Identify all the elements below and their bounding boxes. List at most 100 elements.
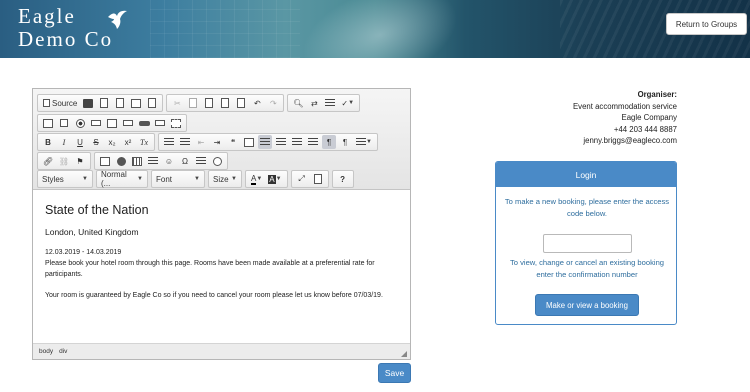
format-dropdown[interactable]: Normal (... ▼ <box>96 170 148 188</box>
spellcheck-button[interactable]: ✓ ▼ <box>339 96 356 110</box>
about-group: ? <box>331 170 354 188</box>
checkbox-button[interactable] <box>57 116 71 130</box>
event-paragraph-2: Your room is guaranteed by Eagle Co so i… <box>45 292 383 299</box>
forms-group <box>37 114 187 132</box>
make-or-view-booking-button[interactable]: Make or view a booking <box>535 294 639 316</box>
print-button[interactable] <box>129 96 143 110</box>
textarea-button[interactable] <box>105 116 119 130</box>
select-all-button[interactable] <box>323 96 337 110</box>
eagle-icon <box>108 10 127 29</box>
organiser-label: Organiser: <box>637 90 677 99</box>
numbered-list-button[interactable] <box>162 135 176 149</box>
horizontal-rule-button[interactable] <box>146 154 160 168</box>
undo-button[interactable]: ↶ <box>250 96 264 110</box>
underline-button[interactable]: U <box>73 135 87 149</box>
access-code-input[interactable] <box>543 234 632 253</box>
align-left-button[interactable] <box>258 135 272 149</box>
superscript-button[interactable]: x² <box>121 135 135 149</box>
align-right-button[interactable] <box>290 135 304 149</box>
path-body[interactable]: body <box>39 348 53 355</box>
size-dropdown[interactable]: Size ▼ <box>208 170 242 188</box>
undo-icon: ↶ <box>254 98 261 108</box>
align-center-button[interactable] <box>274 135 288 149</box>
select-button[interactable] <box>121 116 135 130</box>
hidden-field-icon <box>171 118 181 128</box>
special-char-button[interactable]: Ω <box>178 154 192 168</box>
form-button[interactable] <box>41 116 55 130</box>
editor-status-bar: body div <box>33 343 410 359</box>
cut-button[interactable]: ✂ <box>170 96 184 110</box>
bulleted-list-button[interactable] <box>178 135 192 149</box>
paste-text-icon <box>221 98 230 108</box>
replace-button[interactable]: ⇄ <box>307 96 321 110</box>
div-container-button[interactable] <box>242 135 256 149</box>
image-button[interactable] <box>98 154 112 168</box>
justify-button[interactable] <box>306 135 320 149</box>
blockquote-button[interactable]: ❝ <box>226 135 240 149</box>
link-button[interactable]: 🔗︎ <box>41 154 55 168</box>
ltr-icon: ¶ <box>326 137 332 147</box>
show-blocks-button[interactable] <box>311 172 325 186</box>
resize-handle-icon[interactable] <box>401 351 407 357</box>
italic-button[interactable]: I <box>57 135 71 149</box>
chevron-down-icon: ▼ <box>366 139 372 145</box>
bg-color-button[interactable]: A ▼ <box>266 172 283 186</box>
paste-text-button[interactable] <box>218 96 232 110</box>
flash-button[interactable] <box>114 154 128 168</box>
organiser-company: Eagle Company <box>621 113 677 122</box>
image-icon <box>100 156 110 166</box>
links-group: 🔗︎ ⛓ ⚑ <box>37 152 91 170</box>
outdent-button[interactable]: ⇤ <box>194 135 208 149</box>
find-button[interactable]: 🔍︎ <box>291 96 305 110</box>
return-to-groups-button[interactable]: Return to Groups <box>666 13 747 35</box>
save-button[interactable]: Save <box>378 363 411 383</box>
preview-icon <box>116 98 125 108</box>
horizontal-rule-icon <box>148 157 158 165</box>
textfield-button[interactable] <box>89 116 103 130</box>
logo-line-1: Eagle <box>18 4 76 28</box>
radio-button[interactable] <box>73 116 87 130</box>
unlink-button[interactable]: ⛓ <box>57 154 71 168</box>
smiley-button[interactable]: ☺ <box>162 154 176 168</box>
paste-word-button[interactable] <box>234 96 248 110</box>
help-button[interactable]: ? <box>336 172 350 186</box>
new-page-button[interactable] <box>97 96 111 110</box>
text-color-button[interactable]: A ▼ <box>249 172 264 186</box>
page-break-button[interactable] <box>194 154 208 168</box>
anchor-button[interactable]: ⚑ <box>73 154 87 168</box>
hidden-field-button[interactable] <box>169 116 183 130</box>
redo-button[interactable]: ↷ <box>266 96 280 110</box>
path-div[interactable]: div <box>59 348 67 355</box>
source-button[interactable]: Source <box>41 96 79 110</box>
styles-dropdown[interactable]: Styles ▼ <box>37 170 93 188</box>
paragraph-group: ⇤ ⇥ ❝ ¶ ¶ ▼ <box>158 133 378 151</box>
rtl-button[interactable]: ¶ <box>338 135 352 149</box>
table-button[interactable] <box>130 154 144 168</box>
justify-icon <box>308 138 318 146</box>
copy-button[interactable] <box>186 96 200 110</box>
editor-content-area[interactable]: State of the Nation London, United Kingd… <box>33 191 410 341</box>
ltr-button[interactable]: ¶ <box>322 135 336 149</box>
language-button[interactable]: ▼ <box>354 135 374 149</box>
paste-button[interactable] <box>202 96 216 110</box>
maximize-button[interactable]: ⤢ <box>295 172 309 186</box>
organiser-phone: +44 203 444 8887 <box>613 124 677 134</box>
search-icon: 🔍︎ <box>293 98 304 108</box>
paste-word-icon <box>237 98 246 108</box>
font-value: Font <box>156 174 173 184</box>
iframe-button[interactable] <box>210 154 224 168</box>
subscript-button[interactable]: x₂ <box>105 135 119 149</box>
save-doc-button[interactable] <box>81 96 95 110</box>
toolbar-row-5: Styles ▼ Normal (... ▼ Font ▼ Size ▼ A ▼ … <box>37 170 354 188</box>
company-logo: Eagle Demo Co <box>18 4 127 51</box>
remove-format-button[interactable]: Tx <box>137 135 151 149</box>
form-button-button[interactable] <box>137 116 151 130</box>
templates-button[interactable] <box>145 96 159 110</box>
font-dropdown[interactable]: Font ▼ <box>151 170 205 188</box>
strike-button[interactable]: S <box>89 135 103 149</box>
preview-button[interactable] <box>113 96 127 110</box>
link-icon: 🔗︎ <box>42 156 54 166</box>
bold-button[interactable]: B <box>41 135 55 149</box>
indent-button[interactable]: ⇥ <box>210 135 224 149</box>
image-button-button[interactable] <box>153 116 167 130</box>
